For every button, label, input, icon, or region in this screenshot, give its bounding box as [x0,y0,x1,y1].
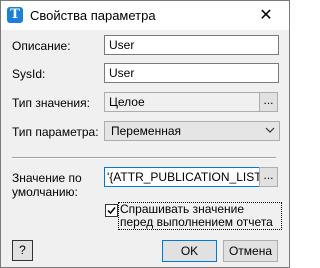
default-value-label-line2: умолчанию: [12,185,78,199]
chevron-down-icon [265,127,275,133]
app-logo-icon: T [7,7,23,23]
sysid-field[interactable]: User [104,63,279,83]
param-type-select[interactable]: Переменная [104,121,280,141]
default-value-label-line1: Значение по [12,171,82,185]
description-label: Описание: [12,39,71,53]
ok-button[interactable]: OK [162,240,217,262]
param-type-selected-value: Переменная [111,124,181,138]
default-value-field[interactable]: '{ATTR_PUBLICATION_LIST_T'} [104,167,263,187]
dialog-title: Свойства параметра [30,8,156,23]
checkmark-icon [107,207,116,215]
description-field[interactable]: User [104,35,279,55]
close-icon[interactable]: ✕ [243,1,289,30]
default-value-browse-button[interactable]: ... [259,167,278,187]
value-type-field: Целое [104,92,265,112]
section-divider [12,157,276,159]
value-type-label: Тип значения: [12,96,90,110]
ask-value-checkbox-label[interactable]: Спрашивать значение перед выполнением от… [118,202,282,230]
ask-value-checkbox[interactable] [105,204,118,217]
sysid-label: SysId: [12,67,46,81]
app-logo-letter: T [10,7,20,22]
help-button[interactable]: ? [12,240,33,261]
title-bar: T Свойства параметра ✕ [1,1,289,30]
param-type-label: Тип параметра: [12,125,99,139]
value-type-browse-button[interactable]: ... [259,92,278,112]
cancel-button[interactable]: Отмена [223,240,278,262]
dialog-window: T Свойства параметра ✕ Описание: User Sy… [0,0,290,268]
